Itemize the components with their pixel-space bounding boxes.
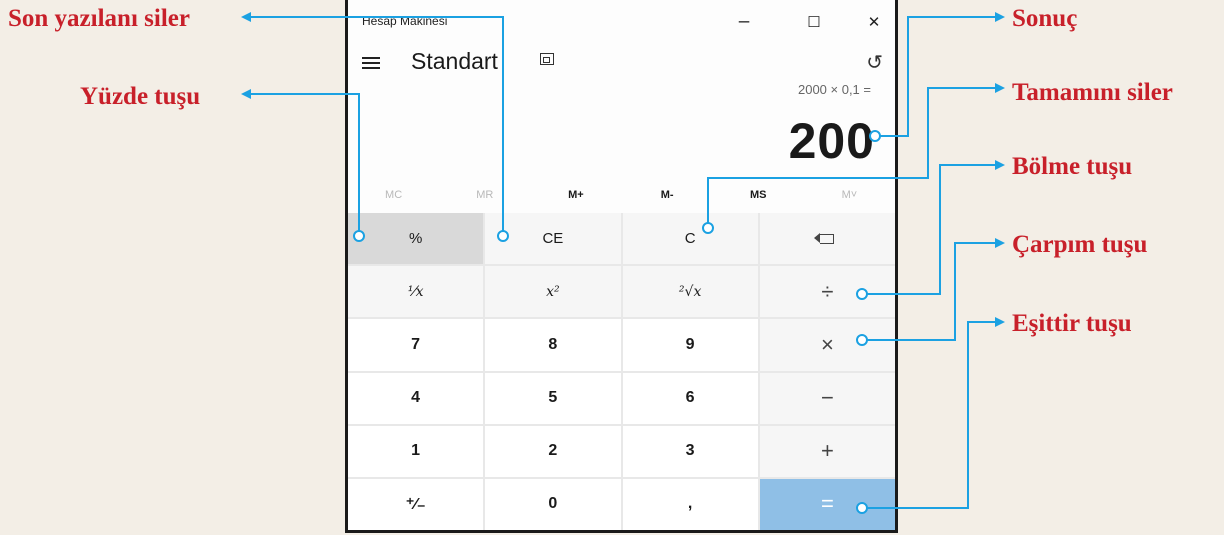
keypad: % CE C ⅟x x² ²√x ÷ 7 8 9 × 4 5 6 − 1 2 3…	[348, 213, 895, 530]
maximize-button[interactable]: ☐	[791, 8, 837, 36]
hamburger-menu-icon[interactable]	[362, 57, 380, 69]
minus-key[interactable]: −	[759, 372, 895, 424]
digit-6-key[interactable]: 6	[622, 372, 758, 424]
backspace-icon	[814, 233, 835, 244]
memory-list-button[interactable]: M˅	[804, 178, 895, 211]
keep-on-top-icon[interactable]	[540, 53, 554, 65]
digit-7-key[interactable]: 7	[348, 319, 484, 371]
digit-2-key[interactable]: 2	[485, 425, 621, 477]
backspace-key[interactable]	[759, 213, 895, 265]
memory-subtract-button[interactable]: M-	[622, 178, 713, 211]
digit-8-key[interactable]: 8	[485, 319, 621, 371]
minimize-button[interactable]: –	[721, 8, 767, 36]
expression-display: 2000 × 0,1 =	[797, 82, 871, 97]
annotation-percent: Yüzde tuşu	[80, 83, 201, 110]
annotation-clear-all: Tamamını siler	[1012, 79, 1173, 106]
result-display: 200	[788, 113, 875, 169]
memory-recall-button[interactable]: MR	[439, 178, 530, 211]
memory-row: MC MR M+ M- MS M˅	[348, 178, 895, 211]
digit-5-key[interactable]: 5	[485, 372, 621, 424]
memory-add-button[interactable]: M+	[530, 178, 621, 211]
annotation-backspace: Son yazılanı siler	[8, 5, 190, 32]
annotation-equals: Eşittir tuşu	[1012, 310, 1132, 337]
history-icon[interactable]: ↺	[866, 50, 883, 75]
clear-key[interactable]: C	[622, 213, 758, 265]
multiply-key[interactable]: ×	[759, 319, 895, 371]
memory-clear-button[interactable]: MC	[348, 178, 439, 211]
leader-line-percent	[241, 89, 360, 236]
equals-key[interactable]: =	[759, 478, 895, 530]
app-title: Hesap Makinesi	[362, 14, 448, 28]
memory-store-button[interactable]: MS	[713, 178, 804, 211]
divide-key[interactable]: ÷	[759, 266, 895, 318]
digit-9-key[interactable]: 9	[622, 319, 758, 371]
reciprocal-key[interactable]: ⅟x	[348, 266, 484, 318]
decimal-key[interactable]: ,	[622, 478, 758, 530]
plus-key[interactable]: +	[759, 425, 895, 477]
square-key[interactable]: x²	[485, 266, 621, 318]
calculator-window: Hesap Makinesi – ☐ ✕ Standart ↺ 2000 × 0…	[345, 0, 898, 533]
clear-entry-key[interactable]: CE	[485, 213, 621, 265]
annotation-divide: Bölme tuşu	[1012, 153, 1133, 180]
digit-3-key[interactable]: 3	[622, 425, 758, 477]
digit-1-key[interactable]: 1	[348, 425, 484, 477]
negate-key[interactable]: ⁺∕₋	[348, 478, 484, 530]
digit-4-key[interactable]: 4	[348, 372, 484, 424]
percent-key[interactable]: %	[348, 213, 484, 265]
mode-title: Standart	[411, 48, 498, 74]
close-button[interactable]: ✕	[851, 8, 897, 36]
digit-0-key[interactable]: 0	[485, 478, 621, 530]
square-root-key[interactable]: ²√x	[622, 266, 758, 318]
title-bar: Hesap Makinesi – ☐ ✕	[348, 0, 895, 40]
annotation-result: Sonuç	[1012, 5, 1078, 32]
annotation-multiply: Çarpım tuşu	[1012, 231, 1148, 258]
